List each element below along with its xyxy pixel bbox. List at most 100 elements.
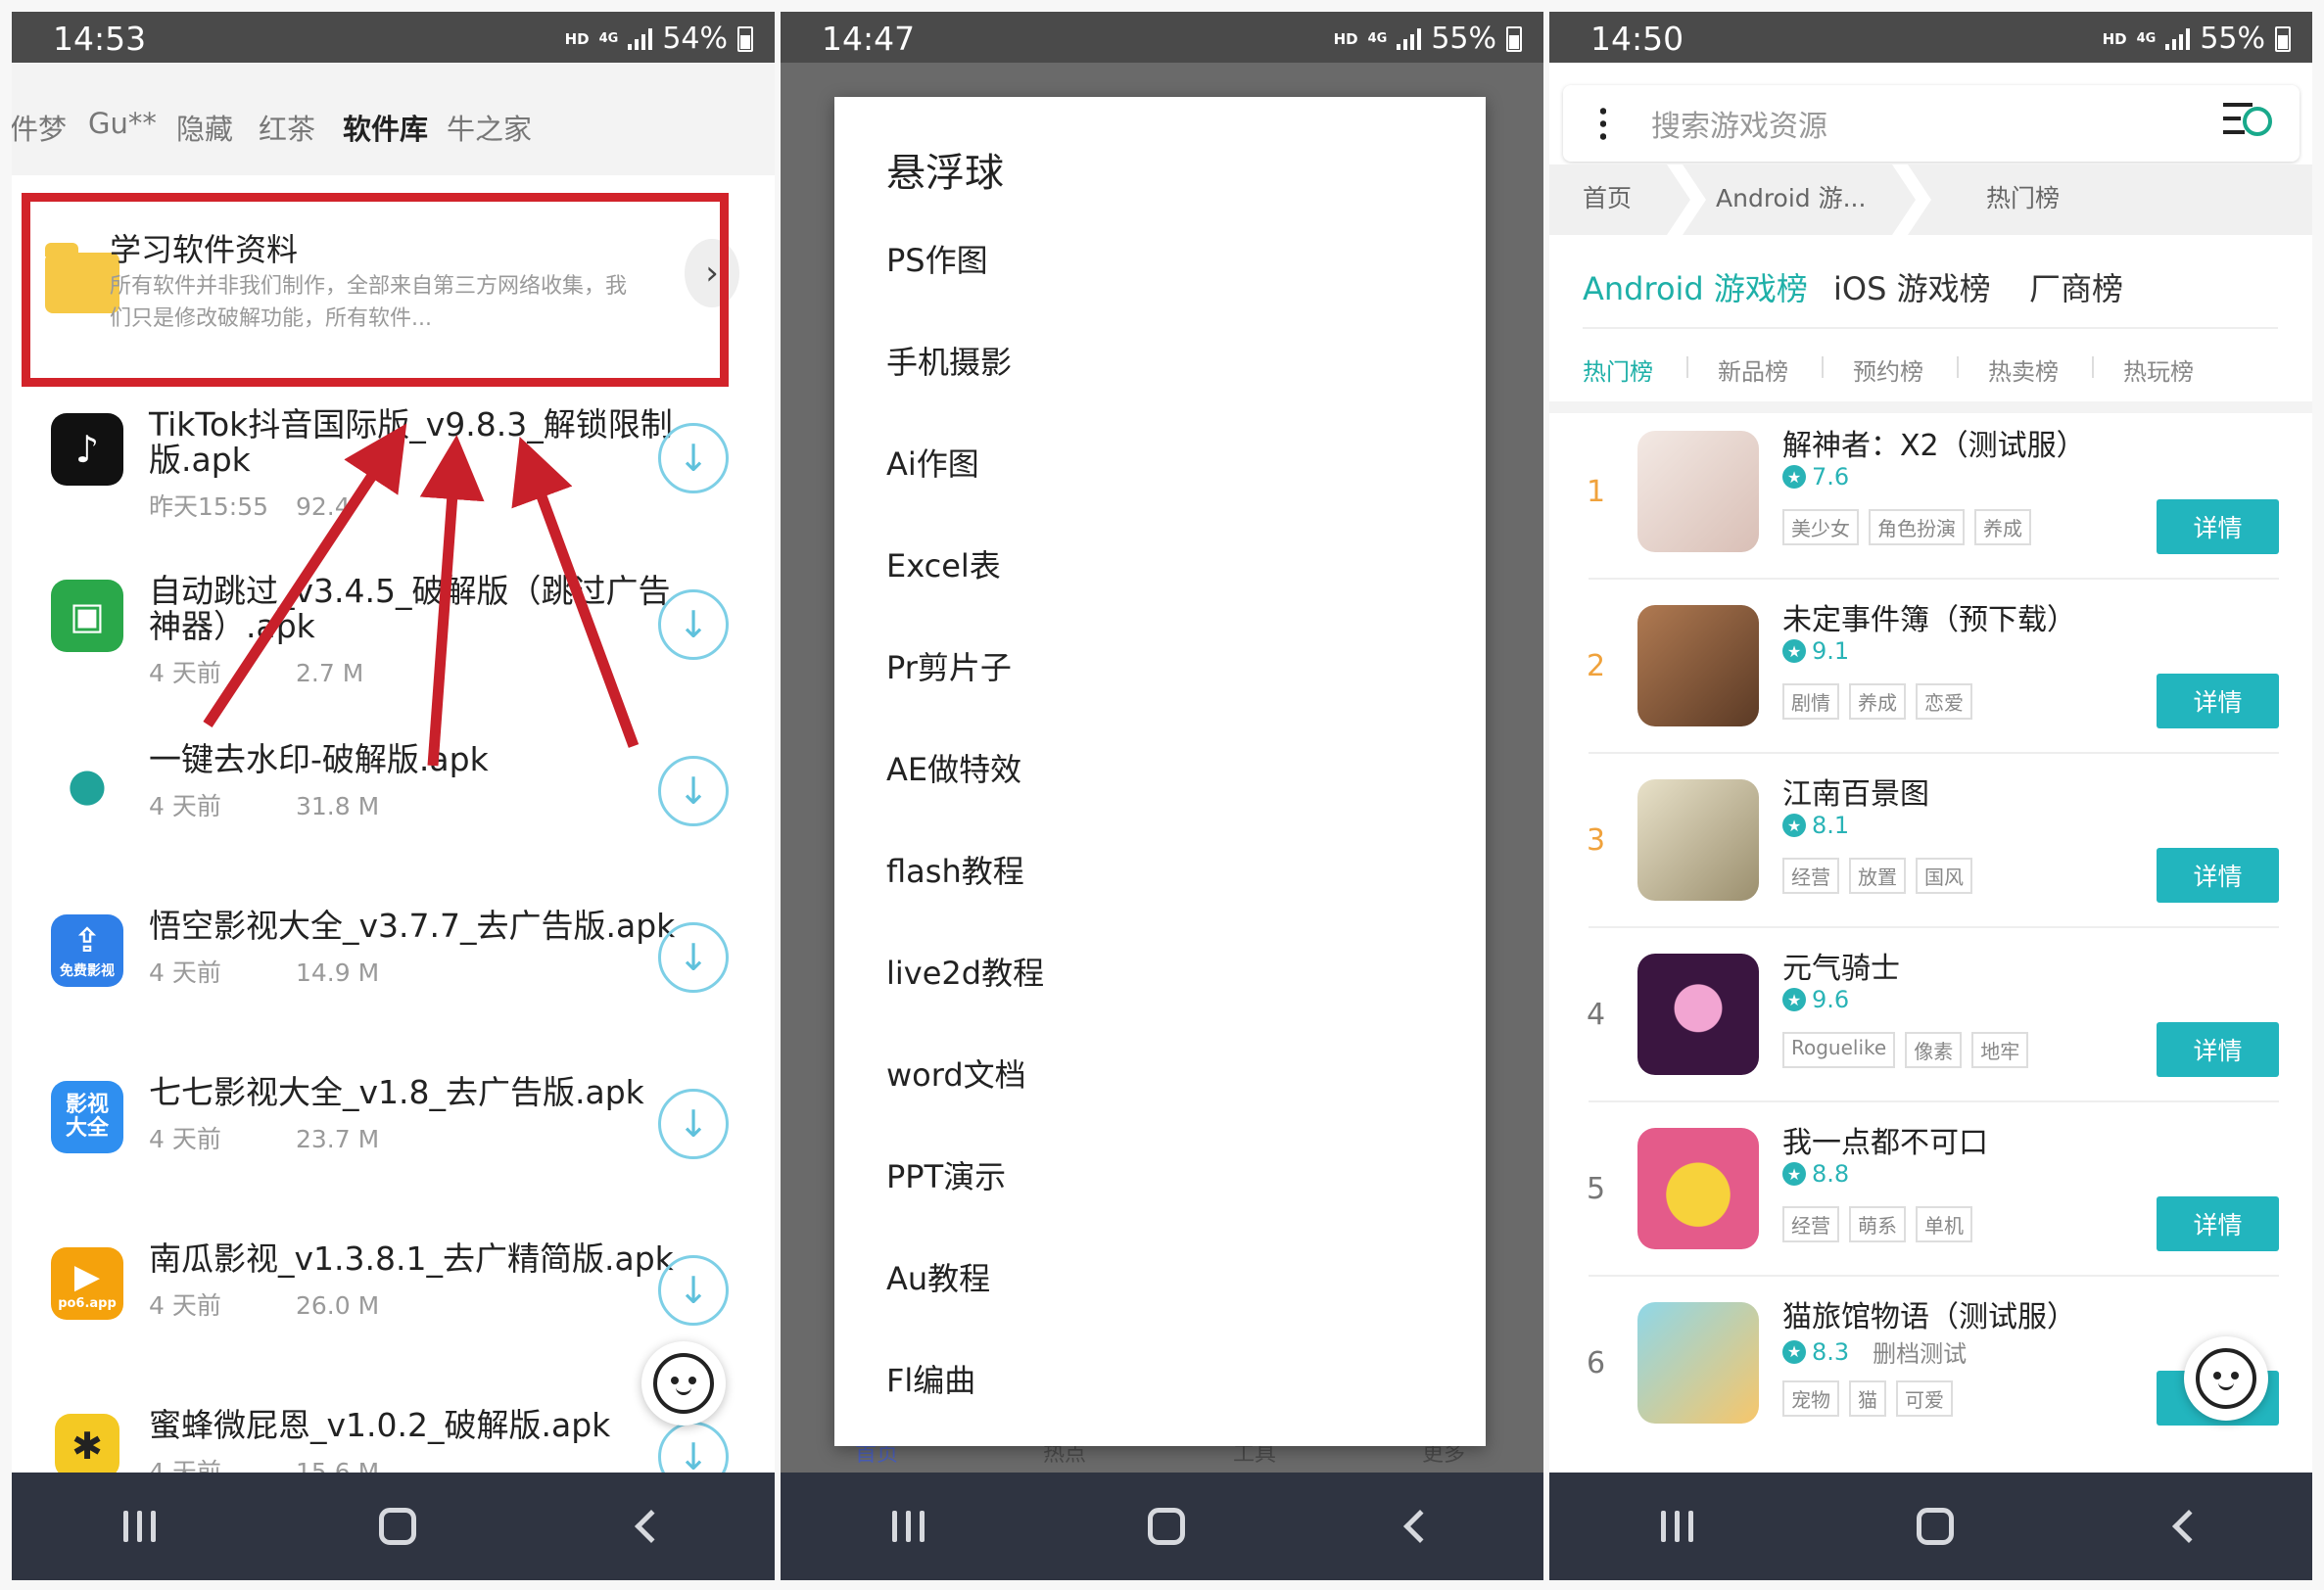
subtab-reserve[interactable]: 预约榜 [1853, 352, 1923, 387]
recents-icon[interactable] [892, 1511, 925, 1542]
menu-item-excel[interactable]: Excel表 [886, 541, 1001, 586]
detail-button[interactable]: 详情 [2157, 674, 2279, 728]
breadcrumb-android[interactable]: Android 游... [1716, 179, 1866, 214]
system-nav-bar [12, 1473, 775, 1580]
arrow-middle [419, 435, 485, 767]
row-divider [1589, 578, 2279, 580]
star-icon: ★ [1782, 988, 1806, 1011]
tab-ios-ranking[interactable]: iOS 游戏榜 [1833, 264, 1991, 309]
more-options-icon[interactable] [1600, 105, 1606, 142]
game-name: 江南百景图 [1782, 777, 1929, 812]
home-icon[interactable] [1917, 1508, 1954, 1545]
tag: 像素 [1905, 1032, 1963, 1068]
menu-item-ps[interactable]: PS作图 [886, 236, 988, 281]
score-value: 7.6 [1812, 463, 1850, 491]
breadcrumb-home[interactable]: 首页 [1583, 179, 1632, 214]
tab-vendor-ranking[interactable]: 厂商榜 [2029, 264, 2123, 309]
network-indicator: 4G [2136, 31, 2157, 46]
phone-floating-menu: 14:47 HD 4G 55% 首页 热点 工具 更多 悬浮球 PS作图 手机摄… [781, 12, 1543, 1580]
detail-button[interactable]: 详情 [2157, 848, 2279, 903]
tab-android-ranking[interactable]: Android 游戏榜 [1583, 264, 1808, 309]
menu-item-word[interactable]: word文档 [886, 1051, 1026, 1096]
recents-icon[interactable] [123, 1511, 156, 1542]
game-jiangnan-icon [1637, 779, 1759, 901]
game-tags: 剧情 养成 恋爱 [1782, 683, 1972, 720]
tag: 恋爱 [1916, 683, 1972, 720]
breadcrumb: 首页 Android 游... 热门榜 [1549, 164, 2312, 235]
search-icon[interactable] [2223, 99, 2272, 142]
game-rank: 1 [1587, 475, 1606, 509]
game-score: ★ 8.8 [1782, 1160, 1849, 1188]
back-icon[interactable] [635, 1510, 668, 1543]
menu-title: 悬浮球 [886, 151, 1004, 196]
detail-button[interactable]: 详情 [2157, 1196, 2279, 1251]
tag: Roguelike [1782, 1032, 1896, 1068]
detail-button[interactable]: 详情 [2157, 499, 2279, 554]
menu-item-fl[interactable]: Fl编曲 [886, 1356, 975, 1401]
tag: 剧情 [1782, 683, 1839, 720]
tag: 经营 [1782, 1206, 1839, 1242]
battery-icon [2275, 25, 2291, 52]
tag: 萌系 [1849, 1206, 1906, 1242]
game-rank: 3 [1587, 823, 1606, 858]
hd-indicator: HD [2102, 29, 2127, 48]
game-tags: 宠物猫可爱 [1782, 1380, 1953, 1417]
game-row[interactable]: 5 我一点都不可口 ★ 8.8 经营 萌系 单机 详情 [1549, 1126, 2312, 1302]
status-bar: 14:50 HD 4G 55% [1549, 12, 2312, 63]
search-placeholder: 搜索游戏资源 [1651, 110, 1827, 144]
menu-item-phone-photo[interactable]: 手机摄影 [886, 338, 1012, 383]
menu-item-ppt[interactable]: PPT演示 [886, 1152, 1006, 1197]
phone-game-ranking: 14:50 HD 4G 55% 搜索游戏资源 首页 Android 游... 热… [1549, 12, 2312, 1580]
menu-item-ai[interactable]: Ai作图 [886, 440, 979, 485]
test-label: 删档测试 [1873, 1340, 1968, 1368]
game-row[interactable]: 3 江南百景图 ★ 8.1 经营 放置 国风 详情 [1549, 777, 2312, 954]
detail-button[interactable]: 详情 [2157, 1022, 2279, 1077]
arrow-right [511, 437, 640, 748]
subtab-new[interactable]: 新品榜 [1718, 352, 1788, 387]
menu-item-flash[interactable]: flash教程 [886, 847, 1024, 892]
game-rank: 4 [1587, 998, 1606, 1032]
game-score: ★ 9.1 [1782, 637, 1849, 665]
breadcrumb-separator [1667, 164, 1706, 235]
breadcrumb-hot[interactable]: 热门榜 [1986, 179, 2060, 214]
back-icon[interactable] [2172, 1510, 2205, 1543]
game-row[interactable]: 2 未定事件簿（预下载） ★ 9.1 剧情 养成 恋爱 详情 [1549, 603, 2312, 779]
game-tags: 美少女 角色扮演 养成 [1782, 509, 2031, 545]
game-row[interactable]: 4 元气骑士 ★ 9.6 Roguelike 像素 地牢 详情 [1549, 952, 2312, 1128]
subtab-most-played[interactable]: 热玩榜 [2123, 352, 2194, 387]
tag: 地牢 [1971, 1032, 2029, 1068]
floating-cat-button[interactable] [2184, 1336, 2268, 1421]
battery-percent: 55% [1431, 22, 1496, 56]
game-score: ★ 9.6 [1782, 986, 1849, 1013]
system-nav-bar [781, 1473, 1543, 1580]
recents-icon[interactable] [1661, 1511, 1693, 1542]
row-divider [1589, 926, 2279, 928]
game-row[interactable]: 1 解神者：X2（测试服） ★ 7.6 美少女 角色扮演 养成 详情 [1549, 429, 2312, 605]
status-indicators: HD 4G 55% [2103, 22, 2291, 56]
game-name: 猫旅馆物语（测试服） [1782, 1300, 2076, 1334]
search-bar[interactable]: 搜索游戏资源 [1563, 85, 2300, 162]
menu-item-pr[interactable]: Pr剪片子 [886, 643, 1012, 688]
tag: 经营 [1782, 858, 1839, 894]
tag: 美少女 [1782, 509, 1859, 545]
game-name: 解神者：X2（测试服） [1782, 429, 2086, 463]
subtab-hot[interactable]: 热门榜 [1583, 352, 1653, 387]
star-icon: ★ [1782, 1339, 1806, 1364]
row-divider [1589, 1275, 2279, 1277]
menu-item-live2d[interactable]: live2d教程 [886, 949, 1044, 994]
game-name: 我一点都不可口 [1782, 1126, 1988, 1160]
game-tags: 经营 放置 国风 [1782, 858, 1972, 894]
score-value: 8.3 [1812, 1337, 1850, 1366]
back-icon[interactable] [1403, 1510, 1437, 1543]
score-value: 9.6 [1812, 986, 1850, 1013]
home-icon[interactable] [379, 1508, 416, 1545]
menu-item-ae[interactable]: AE做特效 [886, 745, 1021, 790]
game-rank: 5 [1587, 1172, 1606, 1206]
score-value: 8.1 [1812, 812, 1850, 839]
tag: 可爱 [1896, 1380, 1953, 1417]
menu-item-au[interactable]: Au教程 [886, 1254, 990, 1299]
tab-divider [1583, 327, 2278, 329]
home-icon[interactable] [1148, 1508, 1185, 1545]
subtab-bestseller[interactable]: 热卖榜 [1988, 352, 2059, 387]
game-chick-icon [1637, 1128, 1759, 1249]
